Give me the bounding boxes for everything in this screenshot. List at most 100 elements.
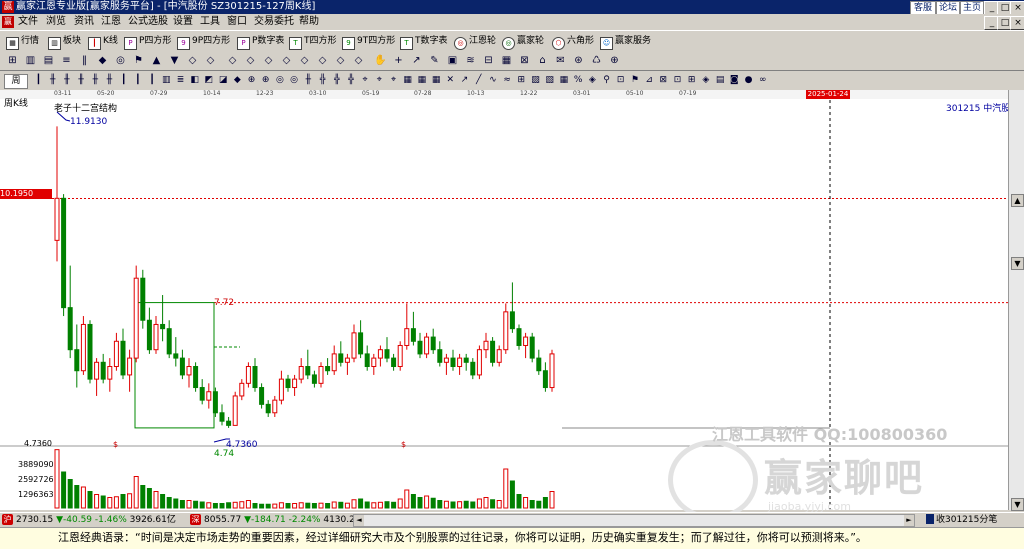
tick-data-label[interactable]: 收301215分笔 <box>936 513 997 527</box>
close-button[interactable]: × <box>1010 1 1024 15</box>
sh-index[interactable]: 2730.15 ▼-40.59 -1.46% 3926.61亿 <box>16 513 176 527</box>
analysis-tool-37-icon[interactable]: ▧ <box>543 74 556 87</box>
doc-close-button[interactable]: × <box>1010 16 1024 30</box>
analysis-tool-48-icon[interactable]: ◈ <box>699 74 712 87</box>
tb-p-table[interactable]: P P数字表 <box>237 34 284 50</box>
sz-index[interactable]: 8055.77 ▼-184.71 -2.24% 4130.2 <box>204 513 355 527</box>
analysis-tool-35-icon[interactable]: ⊞ <box>515 74 528 87</box>
draw-tool-14-icon[interactable]: ◇ <box>244 54 257 67</box>
draw-tool-25-icon[interactable]: ▣ <box>446 54 459 67</box>
analysis-tool-9-icon[interactable]: ┃ <box>146 74 159 87</box>
draw-tool-5-icon[interactable]: ‖ <box>78 54 91 67</box>
draw-tool-23-icon[interactable]: ↗ <box>410 54 423 67</box>
analysis-tool-20-icon[interactable]: ╫ <box>302 74 315 87</box>
draw-tool-29-icon[interactable]: ⊠ <box>518 54 531 67</box>
menu-browse[interactable]: 浏览 <box>46 14 66 30</box>
analysis-tool-6-icon[interactable]: ╫ <box>103 74 116 87</box>
analysis-tool-46-icon[interactable]: ⊡ <box>671 74 684 87</box>
analysis-tool-36-icon[interactable]: ▨ <box>529 74 542 87</box>
period-select[interactable]: 周 <box>4 74 28 89</box>
analysis-tool-51-icon[interactable]: ● <box>742 74 755 87</box>
tb-hexagon[interactable]: ⬡ 六角形 <box>552 34 594 50</box>
draw-tool-31-icon[interactable]: ✉ <box>554 54 567 67</box>
draw-tool-34-icon[interactable]: ⊕ <box>608 54 621 67</box>
customer-service-link[interactable]: 客服 <box>910 1 936 15</box>
menu-trade[interactable]: 交易委托 <box>254 14 294 30</box>
draw-tool-15-icon[interactable]: ◇ <box>262 54 275 67</box>
analysis-tool-32-icon[interactable]: ╱ <box>472 74 485 87</box>
analysis-tool-50-icon[interactable]: ◙ <box>728 74 741 87</box>
tb-gann-wheel[interactable]: ◎ 江恩轮 <box>454 34 496 50</box>
draw-tool-11-icon[interactable]: ◇ <box>186 54 199 67</box>
analysis-tool-26-icon[interactable]: ⌖ <box>387 74 400 87</box>
tb-quotes[interactable]: ▦ 行情 <box>6 34 39 50</box>
analysis-tool-13-icon[interactable]: ◩ <box>202 74 215 87</box>
analysis-tool-4-icon[interactable]: ╫ <box>75 74 88 87</box>
draw-tool-19-icon[interactable]: ◇ <box>334 54 347 67</box>
menu-formula[interactable]: 公式选股 <box>128 14 168 30</box>
analysis-tool-42-icon[interactable]: ⊡ <box>614 74 627 87</box>
draw-tool-30-icon[interactable]: ⌂ <box>536 54 549 67</box>
menu-settings[interactable]: 设置 <box>173 14 193 30</box>
vertical-scrollbar[interactable]: ▲ ▼ ▼ <box>1008 90 1024 511</box>
analysis-tool-30-icon[interactable]: ✕ <box>444 74 457 87</box>
draw-tool-20-icon[interactable]: ◇ <box>352 54 365 67</box>
draw-tool-3-icon[interactable]: ▤ <box>42 54 55 67</box>
draw-tool-12-icon[interactable]: ◇ <box>204 54 217 67</box>
draw-tool-16-icon[interactable]: ◇ <box>280 54 293 67</box>
analysis-tool-25-icon[interactable]: ⌖ <box>373 74 386 87</box>
draw-tool-26-icon[interactable]: ≋ <box>464 54 477 67</box>
analysis-tool-43-icon[interactable]: ⚑ <box>628 74 641 87</box>
analysis-tool-1-icon[interactable]: ┃ <box>32 74 45 87</box>
tb-service[interactable]: ☺ 赢家服务 <box>600 34 651 50</box>
draw-tool-8-icon[interactable]: ⚑ <box>132 54 145 67</box>
analysis-tool-11-icon[interactable]: ≣ <box>174 74 187 87</box>
draw-tool-28-icon[interactable]: ▦ <box>500 54 513 67</box>
analysis-tool-16-icon[interactable]: ⊕ <box>245 74 258 87</box>
scroll-end-icon[interactable]: ▼ <box>1011 498 1024 511</box>
analysis-tool-24-icon[interactable]: ⌖ <box>359 74 372 87</box>
analysis-tool-28-icon[interactable]: ▦ <box>415 74 428 87</box>
analysis-tool-10-icon[interactable]: ▥ <box>160 74 173 87</box>
analysis-tool-14-icon[interactable]: ◪ <box>217 74 230 87</box>
analysis-tool-29-icon[interactable]: ▦ <box>430 74 443 87</box>
scroll-left-icon[interactable]: ◄ <box>354 515 364 526</box>
analysis-tool-7-icon[interactable]: ┃ <box>117 74 130 87</box>
tb-t-square[interactable]: T T四方形 <box>289 34 337 50</box>
menu-news[interactable]: 资讯 <box>74 14 94 30</box>
analysis-tool-2-icon[interactable]: ╫ <box>46 74 59 87</box>
analysis-tool-45-icon[interactable]: ⊠ <box>657 74 670 87</box>
analysis-tool-8-icon[interactable]: ┃ <box>131 74 144 87</box>
draw-tool-32-icon[interactable]: ⊛ <box>572 54 585 67</box>
analysis-tool-33-icon[interactable]: ∿ <box>486 74 499 87</box>
draw-tool-33-icon[interactable]: ♺ <box>590 54 603 67</box>
draw-tool-9-icon[interactable]: ▲ <box>150 54 163 67</box>
tb-9t-square[interactable]: 9 9T四方形 <box>342 34 395 50</box>
scroll-up-icon[interactable]: ▲ <box>1011 194 1024 207</box>
analysis-tool-31-icon[interactable]: ↗ <box>458 74 471 87</box>
tb-kline[interactable]: ┃ K线 <box>88 34 118 50</box>
analysis-tool-47-icon[interactable]: ⊞ <box>685 74 698 87</box>
draw-tool-21-icon[interactable]: ✋ <box>374 54 387 67</box>
draw-tool-27-icon[interactable]: ⊟ <box>482 54 495 67</box>
analysis-tool-49-icon[interactable]: ▤ <box>714 74 727 87</box>
analysis-tool-44-icon[interactable]: ⊿ <box>643 74 656 87</box>
draw-tool-7-icon[interactable]: ◎ <box>114 54 127 67</box>
tb-t-table[interactable]: T T数字表 <box>400 34 448 50</box>
menu-help[interactable]: 帮助 <box>299 14 319 30</box>
analysis-tool-17-icon[interactable]: ⊕ <box>259 74 272 87</box>
tb-winner-wheel[interactable]: ◎ 赢家轮 <box>502 34 544 50</box>
analysis-tool-23-icon[interactable]: ╬ <box>344 74 357 87</box>
analysis-tool-34-icon[interactable]: ≈ <box>501 74 514 87</box>
menu-tools[interactable]: 工具 <box>200 14 220 30</box>
analysis-tool-12-icon[interactable]: ◧ <box>188 74 201 87</box>
draw-tool-18-icon[interactable]: ◇ <box>316 54 329 67</box>
forum-link[interactable]: 论坛 <box>936 1 960 15</box>
homepage-link[interactable]: 主页 <box>960 1 984 15</box>
doc-icon[interactable]: 赢 <box>2 16 14 28</box>
analysis-tool-3-icon[interactable]: ╫ <box>60 74 73 87</box>
analysis-tool-38-icon[interactable]: ▦ <box>557 74 570 87</box>
analysis-tool-40-icon[interactable]: ◈ <box>586 74 599 87</box>
draw-tool-13-icon[interactable]: ◇ <box>226 54 239 67</box>
scroll-down-icon[interactable]: ▼ <box>1011 257 1024 270</box>
